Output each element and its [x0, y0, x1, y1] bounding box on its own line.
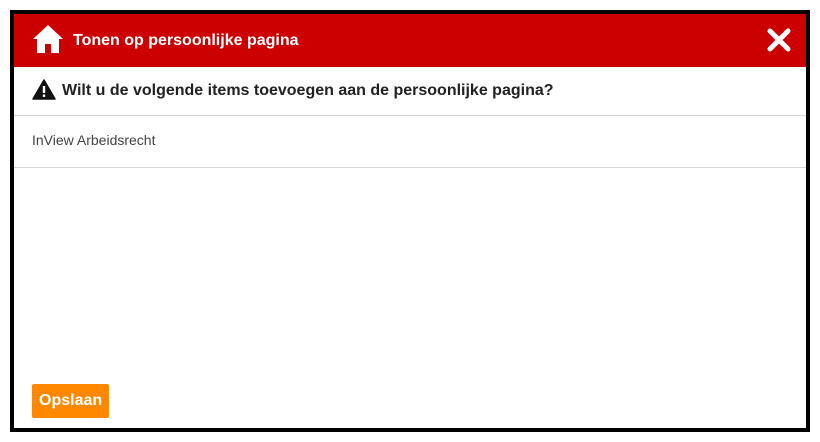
close-icon[interactable]	[766, 27, 792, 53]
dialog-title: Tonen op persoonlijke pagina	[73, 32, 299, 49]
list-item: InView Arbeidsrecht	[32, 132, 156, 148]
items-list: InView Arbeidsrecht	[14, 116, 806, 168]
dialog-header: Tonen op persoonlijke pagina	[14, 14, 806, 67]
confirmation-question: Wilt u de volgende items toevoegen aan d…	[14, 67, 806, 116]
add-to-personal-page-dialog: Tonen op persoonlijke pagina Wilt u de v…	[10, 10, 810, 432]
question-text: Wilt u de volgende items toevoegen aan d…	[62, 82, 554, 99]
warning-icon	[32, 79, 56, 100]
save-button[interactable]: Opslaan	[32, 384, 110, 418]
home-icon	[33, 25, 63, 53]
